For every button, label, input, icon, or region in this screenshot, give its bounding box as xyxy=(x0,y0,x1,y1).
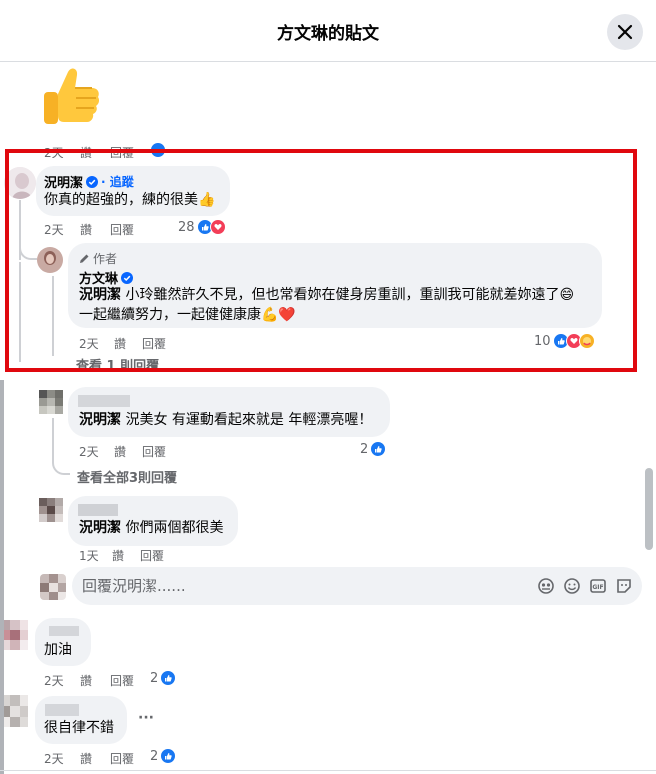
like-reaction-icon xyxy=(370,441,387,457)
reply-bubble: 況明潔 況美女 有運動看起來就是 年輕漂亮喔！ xyxy=(68,387,390,437)
thread-connector xyxy=(52,450,70,475)
scrollbar-thumb[interactable] xyxy=(645,468,653,550)
avatar[interactable] xyxy=(0,695,28,727)
reply-input-container: GIF xyxy=(72,567,642,605)
reply-actions: 1天 讚 回覆 xyxy=(79,547,180,564)
avatar[interactable] xyxy=(39,498,63,522)
reply-text-line: 況明潔 你們兩個都很美 xyxy=(79,518,223,538)
divider xyxy=(0,770,656,771)
comment-actions: 2天 讚 回覆 xyxy=(44,750,150,767)
like-reaction-icon xyxy=(160,670,177,686)
avatar-sticker-icon[interactable] xyxy=(536,576,556,596)
more-options-button[interactable]: ··· xyxy=(138,710,154,726)
highlight-box xyxy=(5,149,637,372)
dialog-header: 方文琳的貼文 xyxy=(0,0,656,62)
blurred-name xyxy=(49,626,79,636)
like-button[interactable]: 讚 xyxy=(112,547,140,564)
reaction-summary[interactable]: 2 xyxy=(360,441,387,457)
avatar[interactable] xyxy=(0,620,28,650)
gif-icon[interactable]: GIF xyxy=(588,576,608,596)
blurred-name xyxy=(45,704,79,716)
view-replies-link[interactable]: 查看全部3則回覆 xyxy=(77,467,177,486)
avatar[interactable] xyxy=(39,390,63,414)
reaction-count: 2 xyxy=(360,441,369,457)
like-button[interactable]: 讚 xyxy=(80,750,110,767)
close-button[interactable] xyxy=(607,14,643,50)
reply-button[interactable]: 回覆 xyxy=(140,547,180,564)
current-user-avatar xyxy=(40,574,66,600)
comment-bubble: 很自律不錯 xyxy=(35,696,127,744)
sticker-icon[interactable] xyxy=(614,576,634,596)
reply-button[interactable]: 回覆 xyxy=(110,672,150,689)
emoji-icon[interactable] xyxy=(562,576,582,596)
like-reaction-icon xyxy=(160,748,177,764)
mention-link[interactable]: 況明潔 xyxy=(79,520,121,536)
comment-bubble: 加油 xyxy=(35,618,91,666)
reply-input[interactable] xyxy=(82,567,522,605)
reply-bubble: 況明潔 你們兩個都很美 xyxy=(68,496,238,546)
left-edge-strip xyxy=(0,380,4,774)
reply-button[interactable]: 回覆 xyxy=(142,443,182,460)
reaction-count: 2 xyxy=(150,748,159,764)
like-button[interactable]: 讚 xyxy=(114,443,142,460)
comment-text: 加油 xyxy=(44,642,72,658)
reply-actions: 2天 讚 回覆 xyxy=(79,443,182,460)
reaction-summary[interactable]: 2 xyxy=(150,670,177,686)
mention-link[interactable]: 況明潔 xyxy=(79,412,121,428)
comment-text: 很自律不錯 xyxy=(44,720,114,736)
reply-text-line: 況明潔 況美女 有運動看起來就是 年輕漂亮喔！ xyxy=(79,410,372,430)
reaction-count: 2 xyxy=(150,670,159,686)
reply-button[interactable]: 回覆 xyxy=(110,750,150,767)
reply-text: 你們兩個都很美 xyxy=(121,520,224,536)
comment-time: 2天 xyxy=(44,752,64,766)
comment-time: 2天 xyxy=(44,674,64,688)
reply-text: 況美女 有運動看起來就是 年輕漂亮喔！ xyxy=(121,412,373,428)
svg-text:GIF: GIF xyxy=(592,584,603,591)
reaction-summary[interactable]: 2 xyxy=(150,748,177,764)
comment-time: 2天 xyxy=(79,445,99,459)
dialog-title: 方文琳的貼文 xyxy=(277,24,379,44)
like-button[interactable]: 讚 xyxy=(80,672,110,689)
close-icon xyxy=(617,24,633,40)
comment-time: 1天 xyxy=(79,549,99,563)
blurred-name xyxy=(78,395,130,407)
blurred-name xyxy=(78,504,118,516)
thumbs-up-emoji-icon xyxy=(44,68,100,124)
comment-actions: 2天 讚 回覆 xyxy=(44,672,150,689)
